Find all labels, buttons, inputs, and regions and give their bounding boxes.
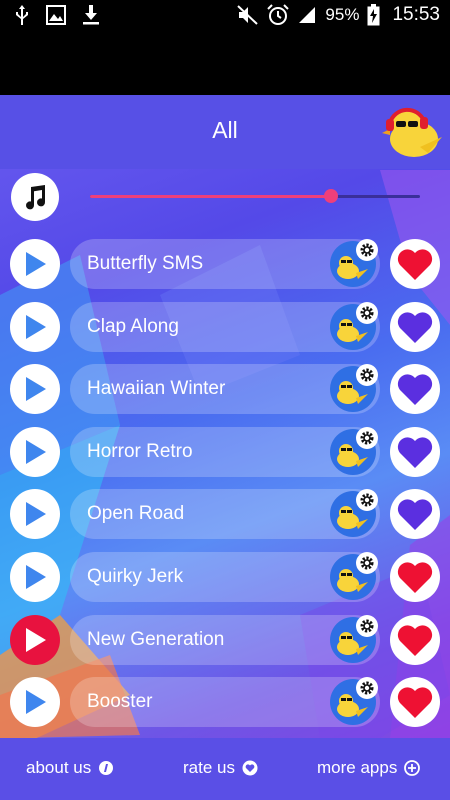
play-icon — [26, 627, 46, 652]
song-row: Butterfly SMS — [0, 237, 450, 291]
song-name: Booster — [87, 691, 153, 713]
heart-icon — [397, 624, 433, 656]
ringtone-settings-button[interactable] — [330, 677, 378, 726]
play-icon — [26, 377, 46, 402]
plus-circle-icon — [404, 760, 421, 776]
play-button[interactable] — [10, 614, 60, 665]
play-icon — [26, 439, 46, 464]
alarm-icon — [267, 4, 290, 25]
song-name: Hawaiian Winter — [87, 378, 226, 400]
gear-icon — [356, 552, 378, 574]
favorite-heart-button[interactable] — [390, 489, 440, 540]
play-button[interactable] — [10, 489, 60, 540]
favorite-heart-button-active[interactable] — [390, 239, 440, 289]
favorite-heart-button[interactable] — [390, 301, 440, 352]
gear-icon — [356, 239, 378, 261]
ringtone-settings-button[interactable] — [330, 489, 378, 538]
song-row: Quirky Jerk — [0, 550, 450, 604]
about-us-button[interactable]: about us — [26, 758, 114, 778]
heart-icon — [397, 437, 433, 468]
about-us-label: about us — [26, 758, 92, 777]
song-name: Clap Along — [87, 315, 179, 337]
volume-button[interactable] — [11, 173, 59, 221]
ringtone-settings-button[interactable] — [330, 364, 378, 413]
app-screen: All Butterfly SMS Clap Along Hawaiian Wint… — [0, 95, 450, 800]
status-bar: 95% 15:53 — [0, 0, 450, 33]
favorite-heart-button-active[interactable] — [390, 677, 440, 728]
play-button[interactable] — [10, 552, 60, 602]
volume-slider[interactable] — [90, 189, 420, 203]
gear-icon — [356, 489, 378, 512]
heart-circle-icon — [242, 760, 258, 776]
play-icon — [26, 502, 46, 527]
top-spacer — [0, 33, 450, 95]
mute-icon — [237, 5, 259, 25]
gear-icon — [356, 301, 378, 324]
song-row: New Generation — [0, 613, 450, 667]
volume-slider-thumb[interactable] — [323, 189, 338, 203]
more-apps-label: more apps — [317, 758, 398, 777]
clock: 15:53 — [392, 4, 440, 25]
song-row: Hawaiian Winter — [0, 362, 450, 416]
heart-icon — [397, 374, 433, 406]
ringtone-settings-button[interactable] — [330, 614, 378, 663]
ringtone-settings-button[interactable] — [330, 239, 378, 287]
heart-icon — [397, 311, 433, 343]
gear-icon — [356, 677, 378, 700]
song-row: Open Road — [0, 487, 450, 541]
image-icon — [46, 5, 66, 25]
play-button[interactable] — [10, 301, 60, 352]
gear-icon — [356, 614, 378, 637]
favorite-heart-button[interactable] — [390, 364, 440, 415]
play-button[interactable] — [10, 677, 60, 728]
play-button[interactable] — [10, 426, 60, 477]
play-icon — [26, 314, 46, 339]
rate-us-button[interactable]: rate us — [183, 758, 258, 778]
ringtone-settings-button[interactable] — [330, 552, 378, 600]
play-icon — [26, 252, 46, 276]
battery-charging-icon — [367, 4, 380, 26]
heart-icon — [397, 687, 433, 719]
bird-headphones-icon — [382, 107, 442, 157]
song-name: Open Road — [87, 503, 185, 525]
more-apps-button[interactable]: more apps — [317, 758, 421, 778]
song-row: Horror Retro — [0, 425, 450, 479]
favorite-heart-button[interactable] — [390, 426, 440, 477]
play-button[interactable] — [10, 239, 60, 289]
heart-icon — [397, 249, 433, 280]
ringtone-settings-button[interactable] — [330, 301, 378, 350]
ringtone-settings-button[interactable] — [330, 426, 378, 475]
song-row: Booster — [0, 675, 450, 729]
play-button[interactable] — [10, 364, 60, 415]
volume-slider-fill — [90, 195, 331, 198]
rate-us-label: rate us — [183, 758, 235, 777]
usb-icon — [16, 5, 28, 25]
song-name: New Generation — [87, 628, 225, 650]
gear-icon — [356, 426, 378, 449]
song-name: Quirky Jerk — [87, 566, 184, 587]
heart-icon — [397, 562, 433, 593]
heart-icon — [397, 499, 433, 531]
favorite-heart-button-active[interactable] — [390, 614, 440, 665]
favorite-heart-button-active[interactable] — [390, 552, 440, 602]
music-note-icon — [26, 185, 46, 210]
gear-icon — [356, 364, 378, 387]
bottom-bar: about us rate us more apps — [0, 738, 450, 800]
play-icon — [26, 565, 46, 589]
download-icon — [83, 5, 99, 25]
play-icon — [26, 690, 46, 715]
song-name: Butterfly SMS — [87, 253, 204, 274]
info-icon — [99, 761, 114, 775]
song-name: Horror Retro — [87, 440, 193, 462]
signal-icon — [299, 7, 316, 23]
song-row: Clap Along — [0, 300, 450, 354]
battery-percent: 95% — [325, 5, 360, 24]
